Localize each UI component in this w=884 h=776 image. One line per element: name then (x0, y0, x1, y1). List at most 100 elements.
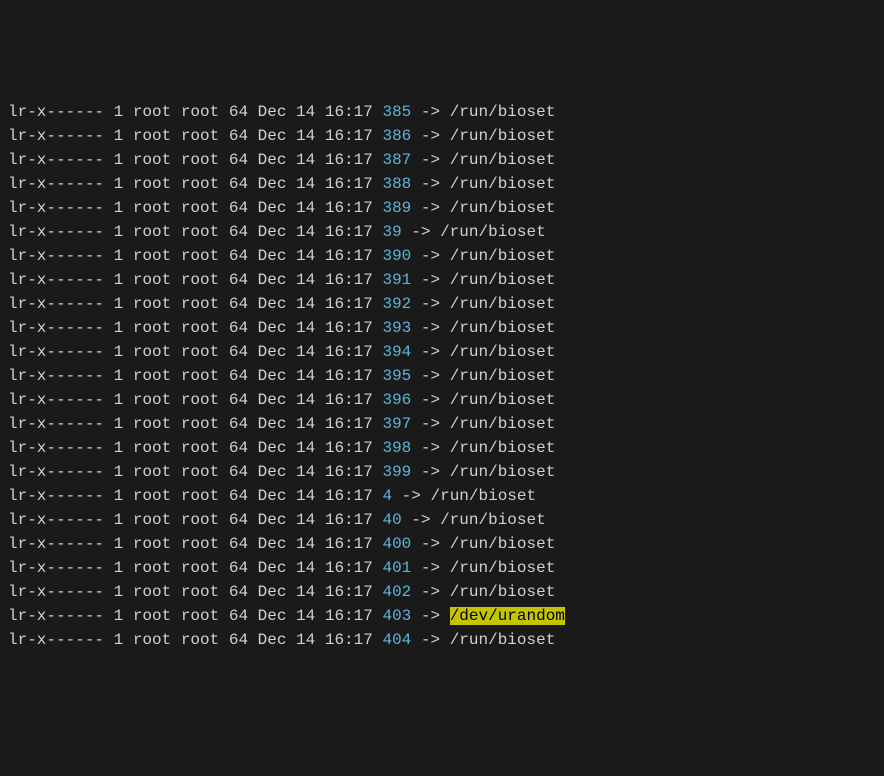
file-permissions: lr-x------ 1 root root 64 Dec 14 16:17 (8, 607, 382, 625)
ls-row: lr-x------ 1 root root 64 Dec 14 16:17 3… (8, 148, 876, 172)
file-permissions: lr-x------ 1 root root 64 Dec 14 16:17 (8, 583, 382, 601)
ls-row: lr-x------ 1 root root 64 Dec 14 16:17 3… (8, 388, 876, 412)
symlink-arrow: -> (402, 223, 440, 241)
ls-row: lr-x------ 1 root root 64 Dec 14 16:17 4… (8, 580, 876, 604)
fd-number: 389 (382, 199, 411, 217)
symlink-target: /run/bioset (450, 463, 556, 481)
file-permissions: lr-x------ 1 root root 64 Dec 14 16:17 (8, 487, 382, 505)
symlink-target: /run/bioset (450, 271, 556, 289)
file-permissions: lr-x------ 1 root root 64 Dec 14 16:17 (8, 295, 382, 313)
file-permissions: lr-x------ 1 root root 64 Dec 14 16:17 (8, 319, 382, 337)
ls-row: lr-x------ 1 root root 64 Dec 14 16:17 3… (8, 172, 876, 196)
symlink-arrow: -> (411, 199, 449, 217)
file-permissions: lr-x------ 1 root root 64 Dec 14 16:17 (8, 535, 382, 553)
fd-number: 390 (382, 247, 411, 265)
fd-number: 394 (382, 343, 411, 361)
file-permissions: lr-x------ 1 root root 64 Dec 14 16:17 (8, 511, 382, 529)
fd-number: 402 (382, 583, 411, 601)
symlink-arrow: -> (392, 487, 430, 505)
ls-row: lr-x------ 1 root root 64 Dec 14 16:17 4… (8, 532, 876, 556)
fd-number: 387 (382, 151, 411, 169)
fd-number: 392 (382, 295, 411, 313)
file-permissions: lr-x------ 1 root root 64 Dec 14 16:17 (8, 199, 382, 217)
symlink-target: /run/bioset (450, 175, 556, 193)
symlink-arrow: -> (411, 439, 449, 457)
file-permissions: lr-x------ 1 root root 64 Dec 14 16:17 (8, 415, 382, 433)
symlink-arrow: -> (411, 415, 449, 433)
ls-row: lr-x------ 1 root root 64 Dec 14 16:17 4… (8, 556, 876, 580)
symlink-target: /run/bioset (450, 247, 556, 265)
ls-row: lr-x------ 1 root root 64 Dec 14 16:17 3… (8, 364, 876, 388)
fd-number: 403 (382, 607, 411, 625)
ls-row: lr-x------ 1 root root 64 Dec 14 16:17 3… (8, 220, 876, 244)
ls-row: lr-x------ 1 root root 64 Dec 14 16:17 4… (8, 508, 876, 532)
symlink-arrow: -> (411, 463, 449, 481)
symlink-target: /run/bioset (450, 535, 556, 553)
fd-number: 385 (382, 103, 411, 121)
ls-row: lr-x------ 1 root root 64 Dec 14 16:17 3… (8, 268, 876, 292)
symlink-arrow: -> (411, 151, 449, 169)
fd-number: 398 (382, 439, 411, 457)
ls-row: lr-x------ 1 root root 64 Dec 14 16:17 3… (8, 244, 876, 268)
symlink-target: /run/bioset (450, 199, 556, 217)
symlink-arrow: -> (411, 367, 449, 385)
terminal-output: lr-x------ 1 root root 64 Dec 14 16:17 3… (8, 100, 876, 652)
ls-row: lr-x------ 1 root root 64 Dec 14 16:17 4… (8, 604, 876, 628)
symlink-target: /run/bioset (450, 367, 556, 385)
symlink-target: /run/bioset (450, 391, 556, 409)
file-permissions: lr-x------ 1 root root 64 Dec 14 16:17 (8, 631, 382, 649)
file-permissions: lr-x------ 1 root root 64 Dec 14 16:17 (8, 127, 382, 145)
symlink-target: /run/bioset (450, 127, 556, 145)
fd-number: 404 (382, 631, 411, 649)
symlink-target: /run/bioset (450, 151, 556, 169)
symlink-target: /run/bioset (450, 319, 556, 337)
fd-number: 39 (382, 223, 401, 241)
fd-number: 401 (382, 559, 411, 577)
symlink-target: /run/bioset (450, 439, 556, 457)
symlink-arrow: -> (402, 511, 440, 529)
symlink-arrow: -> (411, 127, 449, 145)
symlink-target: /dev/urandom (450, 607, 565, 625)
file-permissions: lr-x------ 1 root root 64 Dec 14 16:17 (8, 439, 382, 457)
symlink-target: /run/bioset (440, 511, 546, 529)
symlink-arrow: -> (411, 319, 449, 337)
file-permissions: lr-x------ 1 root root 64 Dec 14 16:17 (8, 175, 382, 193)
ls-row: lr-x------ 1 root root 64 Dec 14 16:17 3… (8, 292, 876, 316)
file-permissions: lr-x------ 1 root root 64 Dec 14 16:17 (8, 559, 382, 577)
symlink-arrow: -> (411, 607, 449, 625)
symlink-arrow: -> (411, 583, 449, 601)
fd-number: 400 (382, 535, 411, 553)
file-permissions: lr-x------ 1 root root 64 Dec 14 16:17 (8, 367, 382, 385)
ls-row: lr-x------ 1 root root 64 Dec 14 16:17 3… (8, 100, 876, 124)
symlink-target: /run/bioset (430, 487, 536, 505)
file-permissions: lr-x------ 1 root root 64 Dec 14 16:17 (8, 151, 382, 169)
ls-row: lr-x------ 1 root root 64 Dec 14 16:17 4… (8, 628, 876, 652)
symlink-arrow: -> (411, 631, 449, 649)
ls-row: lr-x------ 1 root root 64 Dec 14 16:17 3… (8, 124, 876, 148)
symlink-arrow: -> (411, 391, 449, 409)
symlink-arrow: -> (411, 295, 449, 313)
fd-number: 388 (382, 175, 411, 193)
symlink-arrow: -> (411, 103, 449, 121)
ls-row: lr-x------ 1 root root 64 Dec 14 16:17 3… (8, 340, 876, 364)
fd-number: 4 (382, 487, 392, 505)
symlink-arrow: -> (411, 535, 449, 553)
fd-number: 391 (382, 271, 411, 289)
file-permissions: lr-x------ 1 root root 64 Dec 14 16:17 (8, 463, 382, 481)
ls-row: lr-x------ 1 root root 64 Dec 14 16:17 3… (8, 316, 876, 340)
file-permissions: lr-x------ 1 root root 64 Dec 14 16:17 (8, 271, 382, 289)
fd-number: 397 (382, 415, 411, 433)
fd-number: 399 (382, 463, 411, 481)
symlink-target: /run/bioset (450, 559, 556, 577)
symlink-target: /run/bioset (440, 223, 546, 241)
fd-number: 393 (382, 319, 411, 337)
symlink-arrow: -> (411, 247, 449, 265)
symlink-arrow: -> (411, 271, 449, 289)
symlink-target: /run/bioset (450, 631, 556, 649)
ls-row: lr-x------ 1 root root 64 Dec 14 16:17 3… (8, 460, 876, 484)
symlink-arrow: -> (411, 343, 449, 361)
ls-row: lr-x------ 1 root root 64 Dec 14 16:17 3… (8, 412, 876, 436)
ls-row: lr-x------ 1 root root 64 Dec 14 16:17 4… (8, 484, 876, 508)
fd-number: 395 (382, 367, 411, 385)
symlink-target: /run/bioset (450, 295, 556, 313)
